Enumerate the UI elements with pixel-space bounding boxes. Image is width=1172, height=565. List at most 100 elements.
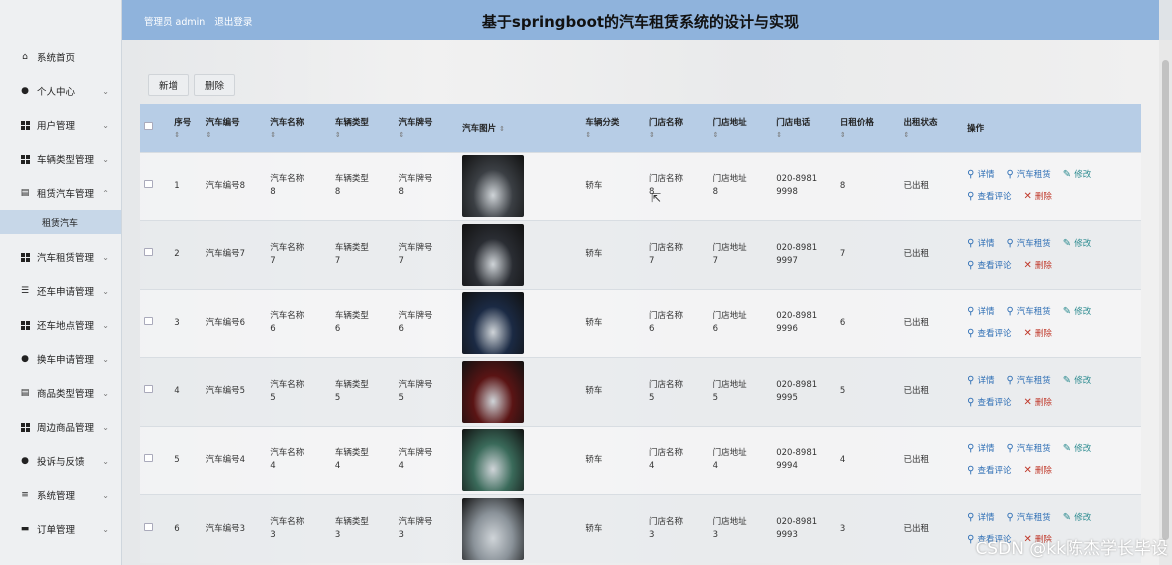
row-daily-price: 7 (839, 249, 846, 260)
row-image-cell (458, 495, 581, 564)
row-select-cell[interactable] (140, 221, 170, 290)
row-category: 轿车 (585, 249, 603, 260)
search-icon: ⚲ (1006, 169, 1014, 181)
col-store-phone[interactable]: 门店电话 ⇕ (772, 104, 836, 152)
col-daily-price[interactable]: 日租价格 ⇕ (836, 104, 900, 152)
view-review-button[interactable]: ⚲ 查看评论 (967, 392, 1011, 414)
pencil-icon: ✎ (1062, 169, 1072, 181)
row-checkbox[interactable] (144, 522, 153, 531)
car-thumbnail[interactable] (462, 360, 525, 423)
col-image[interactable]: 汽车图片 ⇕ (458, 104, 581, 152)
select-all-checkbox[interactable] (144, 122, 153, 131)
row-select-cell[interactable] (140, 152, 170, 221)
sidebar-item[interactable]: ☰ 还车申请管理 ⌄ (0, 274, 121, 308)
scrollbar-thumb[interactable] (1162, 60, 1169, 540)
car-thumbnail[interactable] (462, 498, 525, 560)
sidebar-item[interactable]: ⌂ 系统首页 (0, 40, 121, 74)
col-index[interactable]: 序号 ⇕ (170, 104, 201, 152)
view-review-button[interactable]: ⚲ 查看评论 (967, 460, 1011, 482)
car-thumbnail[interactable] (462, 155, 525, 218)
detail-button[interactable]: ⚲ 详情 (967, 507, 994, 529)
grid-icon (20, 120, 30, 130)
sidebar-item[interactable]: ▬ 订单管理 ⌄ (0, 512, 121, 546)
sidebar-item[interactable]: ▤ 租赁汽车管理 ⌃ (0, 176, 121, 210)
row-checkbox[interactable] (144, 453, 153, 462)
car-thumbnail[interactable] (462, 429, 525, 492)
row-select-cell[interactable] (140, 495, 170, 564)
sidebar-item[interactable]: 还车地点管理 ⌄ (0, 308, 121, 342)
edit-button[interactable]: ✎ 修改 (1063, 507, 1091, 529)
row-index: 5 (174, 454, 180, 465)
row-store-phone: 020-8981 9994 (776, 448, 818, 472)
row-actions: ⚲ 详情 ⚲ 汽车租赁 ✎ 修改 ⚲ 查看评论 ✕ 删除 (963, 358, 1141, 427)
row-store-addr: 门店地址 8 (712, 174, 747, 198)
delete-button[interactable]: 删除 (194, 74, 236, 96)
edit-button[interactable]: ✎ 修改 (1063, 301, 1091, 323)
col-car-name[interactable]: 汽车名称 ⇕ (266, 104, 331, 152)
detail-button[interactable]: ⚲ 详情 (967, 370, 994, 392)
detail-button[interactable]: ⚲ 详情 (967, 438, 994, 460)
view-review-button[interactable]: ⚲ 查看评论 (967, 323, 1011, 345)
table-row: 3 汽车编号6 汽车名称 6 车辆类型 6 汽车牌号 6 轿车 门店名称 6 门店地址 6… (140, 289, 1141, 358)
car-thumbnail[interactable] (462, 223, 525, 286)
row-car-name: 汽车名称 5 (270, 379, 305, 403)
select-all-cell[interactable] (140, 104, 170, 152)
col-car-type[interactable]: 车辆类型 ⇕ (331, 104, 395, 152)
rent-button[interactable]: ⚲ 汽车租赁 (1006, 438, 1050, 460)
row-select-cell[interactable] (140, 426, 170, 495)
close-icon: ✕ (1023, 465, 1032, 477)
detail-button[interactable]: ⚲ 详情 (967, 233, 994, 255)
sidebar-item[interactable]: 用户管理 ⌄ (0, 108, 121, 142)
sidebar-item[interactable]: ● 投诉与反馈 ⌄ (0, 444, 121, 478)
row-index: 1 (174, 180, 180, 191)
search-icon: ⚲ (967, 237, 975, 249)
rent-button[interactable]: ⚲ 汽车租赁 (1006, 370, 1050, 392)
chevron-icon: ⌄ (102, 456, 109, 466)
sidebar-item-label: 租赁汽车管理 (37, 189, 95, 200)
row-delete-button[interactable]: ✕ 删除 (1023, 392, 1051, 414)
row-checkbox[interactable] (144, 385, 153, 394)
edit-button[interactable]: ✎ 修改 (1063, 233, 1091, 255)
col-store-addr[interactable]: 门店地址 ⇕ (709, 104, 773, 152)
rent-button[interactable]: ⚲ 汽车租赁 (1006, 233, 1050, 255)
row-delete-button[interactable]: ✕ 删除 (1023, 323, 1051, 345)
sidebar-item[interactable]: ● 个人中心 ⌄ (0, 74, 121, 108)
detail-button[interactable]: ⚲ 详情 (967, 301, 994, 323)
row-checkbox[interactable] (144, 316, 153, 325)
add-button[interactable]: 新增 (148, 74, 190, 96)
sidebar-item[interactable]: 周边商品管理 ⌄ (0, 410, 121, 444)
row-category: 轿车 (585, 523, 603, 534)
col-plate[interactable]: 汽车牌号 ⇕ (395, 104, 459, 152)
row-checkbox[interactable] (144, 248, 153, 257)
row-store-phone: 020-8981 9995 (776, 379, 818, 403)
sidebar-item[interactable]: 车辆类型管理 ⌄ (0, 142, 121, 176)
rent-button[interactable]: ⚲ 汽车租赁 (1006, 507, 1050, 529)
row-delete-button[interactable]: ✕ 删除 (1023, 460, 1051, 482)
sliders-icon: ☰ (20, 286, 30, 296)
view-review-button[interactable]: ⚲ 查看评论 (967, 186, 1011, 208)
view-review-button[interactable]: ⚲ 查看评论 (967, 255, 1011, 277)
vertical-scrollbar[interactable] (1159, 40, 1172, 565)
col-car-no[interactable]: 汽车编号 ⇕ (202, 104, 267, 152)
row-car-name: 汽车名称 6 (270, 311, 305, 335)
sidebar-item[interactable]: ▤ 商品类型管理 ⌄ (0, 376, 121, 410)
submenu-item-rental-car[interactable]: 租赁汽车 (0, 210, 121, 234)
edit-button[interactable]: ✎ 修改 (1063, 438, 1091, 460)
col-category[interactable]: 车辆分类 ⇕ (581, 104, 645, 152)
row-delete-button[interactable]: ✕ 删除 (1023, 186, 1051, 208)
edit-button[interactable]: ✎ 修改 (1063, 164, 1091, 186)
row-select-cell[interactable] (140, 289, 170, 358)
row-select-cell[interactable] (140, 358, 170, 427)
row-delete-button[interactable]: ✕ 删除 (1023, 255, 1051, 277)
sidebar-item[interactable]: 汽车租赁管理 ⌄ (0, 240, 121, 274)
col-rent-status[interactable]: 出租状态 ⇕ (899, 104, 963, 152)
car-thumbnail[interactable] (462, 292, 525, 355)
rent-button[interactable]: ⚲ 汽车租赁 (1006, 301, 1050, 323)
col-store-name[interactable]: 门店名称 ⇕ (645, 104, 709, 152)
rent-button[interactable]: ⚲ 汽车租赁 (1006, 164, 1050, 186)
sidebar-item[interactable]: ● 换车申请管理 ⌄ (0, 342, 121, 376)
row-checkbox[interactable] (144, 179, 153, 188)
edit-button[interactable]: ✎ 修改 (1063, 370, 1091, 392)
sidebar-item[interactable]: ≡ 系统管理 ⌄ (0, 478, 121, 512)
detail-button[interactable]: ⚲ 详情 (967, 164, 994, 186)
